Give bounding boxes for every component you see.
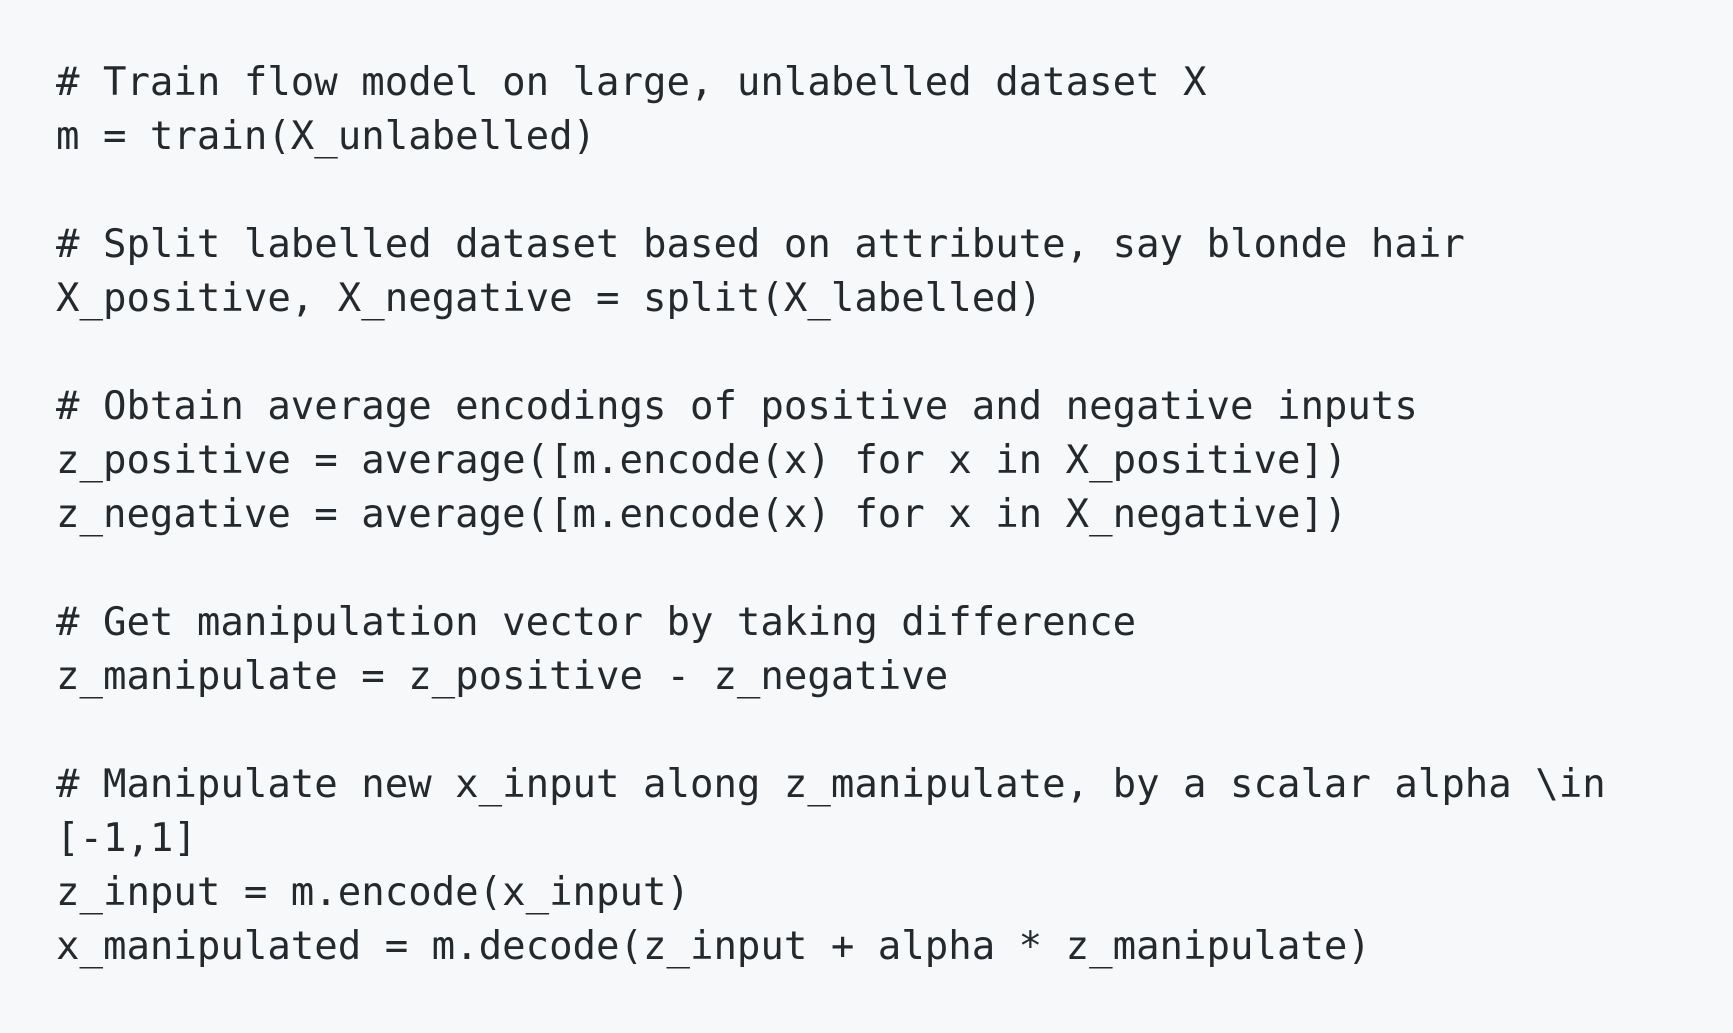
code-line: z_input = m.encode(x_input): [56, 870, 690, 915]
code-line: z_negative = average([m.encode(x) for x …: [56, 492, 1348, 537]
code-block: # Train flow model on large, unlabelled …: [0, 0, 1733, 1033]
code-line: m = train(X_unlabelled): [56, 114, 597, 159]
code-line: # Get manipulation vector by taking diff…: [56, 600, 1137, 645]
code-line: x_manipulated = m.decode(z_input + alpha…: [56, 924, 1371, 969]
code-line: # Split labelled dataset based on attrib…: [56, 222, 1465, 267]
code-line: X_positive, X_negative = split(X_labelle…: [56, 276, 1043, 321]
code-line: [-1,1]: [56, 816, 197, 861]
code-line: # Train flow model on large, unlabelled …: [56, 60, 1207, 105]
code-line: z_positive = average([m.encode(x) for x …: [56, 438, 1348, 483]
code-line: # Obtain average encodings of positive a…: [56, 384, 1418, 429]
code-line: z_manipulate = z_positive - z_negative: [56, 654, 949, 699]
code-line: # Manipulate new x_input along z_manipul…: [56, 762, 1606, 807]
